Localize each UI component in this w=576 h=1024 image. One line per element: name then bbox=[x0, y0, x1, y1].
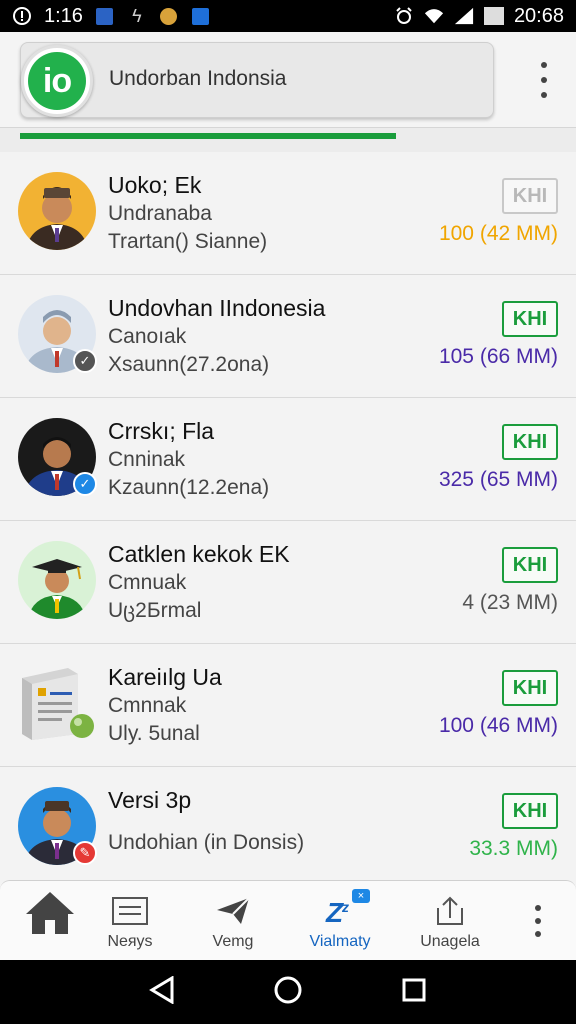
nav-vialmaty[interactable]: Zz × Vialmaty bbox=[290, 881, 390, 961]
item-description: Uly. 5unal bbox=[108, 722, 200, 745]
item-text: Crrskı; Fla Cnninak Kzaunn(12.2ena) bbox=[108, 416, 269, 502]
item-size: 100 (46 MM) bbox=[438, 714, 558, 737]
nav-label: Unagela bbox=[420, 933, 480, 950]
item-name: Catklen kekok EK bbox=[108, 541, 290, 567]
item-subtitle: Undohian (in Donsis) bbox=[108, 831, 305, 854]
sleep-icon: Zz × bbox=[324, 889, 370, 929]
item-size: 325 (65 MM) bbox=[438, 468, 558, 491]
avatar bbox=[18, 541, 96, 619]
download-icon bbox=[191, 6, 211, 26]
send-icon bbox=[215, 893, 251, 929]
system-navigation-bar bbox=[0, 960, 576, 1024]
home-icon bbox=[24, 892, 76, 934]
item-subtitle: Undranaba bbox=[108, 202, 212, 225]
item-size: 33.3 MM) bbox=[469, 837, 558, 860]
list-item[interactable]: Catklen kekok EK Cmnuak Uც2Бrmal KHI 4 (… bbox=[0, 521, 576, 644]
bottom-navigation: Neяys Vemg Zz × Vialmaty Unagela bbox=[0, 880, 576, 960]
package-icon bbox=[16, 664, 94, 742]
item-subtitle: Cmnnak bbox=[108, 694, 187, 717]
header-title: Undorban Indonsia bbox=[109, 67, 287, 90]
photo-icon bbox=[159, 6, 179, 26]
nav-news[interactable]: Neяys bbox=[80, 881, 180, 961]
item-description: Xsaunn(27.2ona) bbox=[108, 353, 270, 376]
app-logo: io bbox=[21, 45, 93, 117]
status-time: 1:16 bbox=[44, 4, 83, 27]
nav-send[interactable]: Vemg bbox=[183, 881, 283, 961]
install-button[interactable]: KHI bbox=[502, 178, 558, 214]
status-bar: 1:16 ϟ 20:68 bbox=[0, 0, 576, 32]
news-icon bbox=[111, 893, 149, 929]
home-button-icon[interactable] bbox=[273, 975, 303, 1010]
item-text: Uoko; Ek Undranaba Trartan() Sianne) bbox=[108, 170, 267, 256]
alarm-icon bbox=[394, 6, 414, 26]
app-icon bbox=[95, 6, 115, 26]
app-list: Uoko; Ek Undranaba Trartan() Sianne) KHI… bbox=[0, 152, 576, 890]
item-name: Versi 3p bbox=[108, 787, 192, 813]
list-item[interactable]: ✓ Undovhan IIndonesia Canoıak Xsaunn(27.… bbox=[0, 275, 576, 398]
list-item[interactable]: Kareiılg Ua Cmnnak Uly. 5unal KHI 100 (4… bbox=[0, 644, 576, 767]
nav-label: Vialmaty bbox=[309, 933, 371, 950]
nav-badge: × bbox=[352, 889, 370, 903]
item-name: Undovhan IIndonesia bbox=[108, 295, 326, 321]
edit-badge: ✎ bbox=[73, 841, 97, 865]
item-size: 4 (23 MM) bbox=[462, 591, 558, 614]
list-item[interactable]: Uoko; Ek Undranaba Trartan() Sianne) KHI… bbox=[0, 152, 576, 275]
install-button[interactable]: KHI bbox=[502, 301, 558, 337]
list-item[interactable]: ✓ Crrskı; Fla Cnninak Kzaunn(12.2ena) KH… bbox=[0, 398, 576, 521]
more-options-icon[interactable] bbox=[534, 62, 554, 98]
nav-label: Neяys bbox=[107, 933, 153, 950]
svg-text:z: z bbox=[341, 899, 349, 915]
list-item[interactable]: ✎ Versi 3p Undohian (in Donsis) KHI 33.3… bbox=[0, 767, 576, 890]
item-size: 105 (66 MM) bbox=[438, 345, 558, 368]
install-button[interactable]: KHI bbox=[502, 793, 558, 829]
search-card[interactable]: io Undorban Indonsia bbox=[20, 42, 494, 118]
item-description: Kzaunn(12.2ena) bbox=[108, 476, 270, 499]
item-text: Catklen kekok EK Cmnuak Uც2Бrmal bbox=[108, 539, 290, 625]
item-text: Kareiılg Ua Cmnnak Uly. 5unal bbox=[108, 662, 222, 748]
logo-text: io bbox=[28, 52, 86, 110]
avatar bbox=[18, 172, 96, 250]
verified-badge: ✓ bbox=[73, 472, 97, 496]
usb-icon: ϟ bbox=[132, 5, 142, 26]
item-description: Uც2Бrmal bbox=[108, 599, 202, 622]
status-clock: 20:68 bbox=[513, 4, 564, 27]
item-name: Uoko; Ek bbox=[108, 172, 202, 198]
install-button[interactable]: KHI bbox=[502, 547, 558, 583]
item-description: Trartan() Sianne) bbox=[108, 230, 268, 253]
app-header: io Undorban Indonsia bbox=[0, 32, 576, 128]
item-subtitle: Canoıak bbox=[108, 325, 187, 348]
progress-bar bbox=[20, 133, 396, 139]
nav-unagela[interactable]: Unagela bbox=[400, 881, 500, 961]
recents-icon[interactable] bbox=[401, 977, 427, 1008]
wifi-icon bbox=[424, 6, 444, 26]
item-text: Undovhan IIndonesia Canoıak Xsaunn(27.2o… bbox=[108, 293, 325, 379]
upload-icon bbox=[434, 893, 466, 929]
item-text: Versi 3p Undohian (in Donsis) bbox=[108, 785, 304, 857]
item-size: 100 (42 MM) bbox=[438, 222, 558, 245]
notification-icon bbox=[12, 6, 32, 26]
signal-icon bbox=[454, 6, 474, 26]
item-subtitle: Cmnuak bbox=[108, 571, 187, 594]
more-options-icon[interactable] bbox=[530, 905, 546, 937]
install-button[interactable]: KHI bbox=[502, 424, 558, 460]
back-icon[interactable] bbox=[149, 974, 175, 1009]
battery-icon bbox=[483, 6, 504, 26]
install-button[interactable]: KHI bbox=[502, 670, 558, 706]
item-name: Kareiılg Ua bbox=[108, 664, 222, 690]
check-badge: ✓ bbox=[73, 349, 97, 373]
nav-label: Vemg bbox=[212, 933, 254, 950]
item-subtitle: Cnninak bbox=[108, 448, 186, 471]
item-name: Crrskı; Fla bbox=[108, 418, 215, 444]
